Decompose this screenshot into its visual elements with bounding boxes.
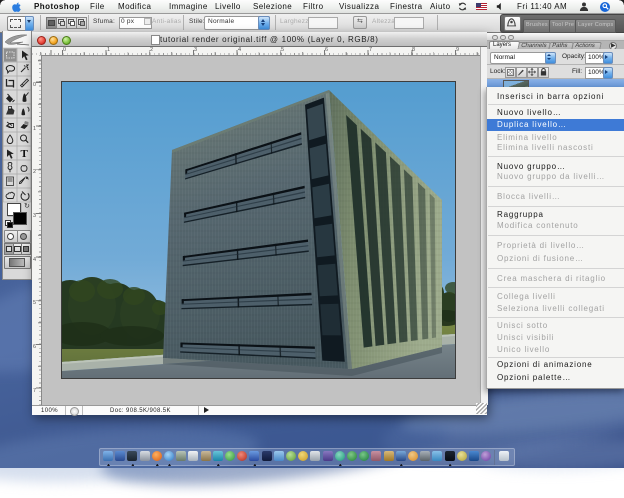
svg-text:T: T bbox=[21, 148, 29, 160]
